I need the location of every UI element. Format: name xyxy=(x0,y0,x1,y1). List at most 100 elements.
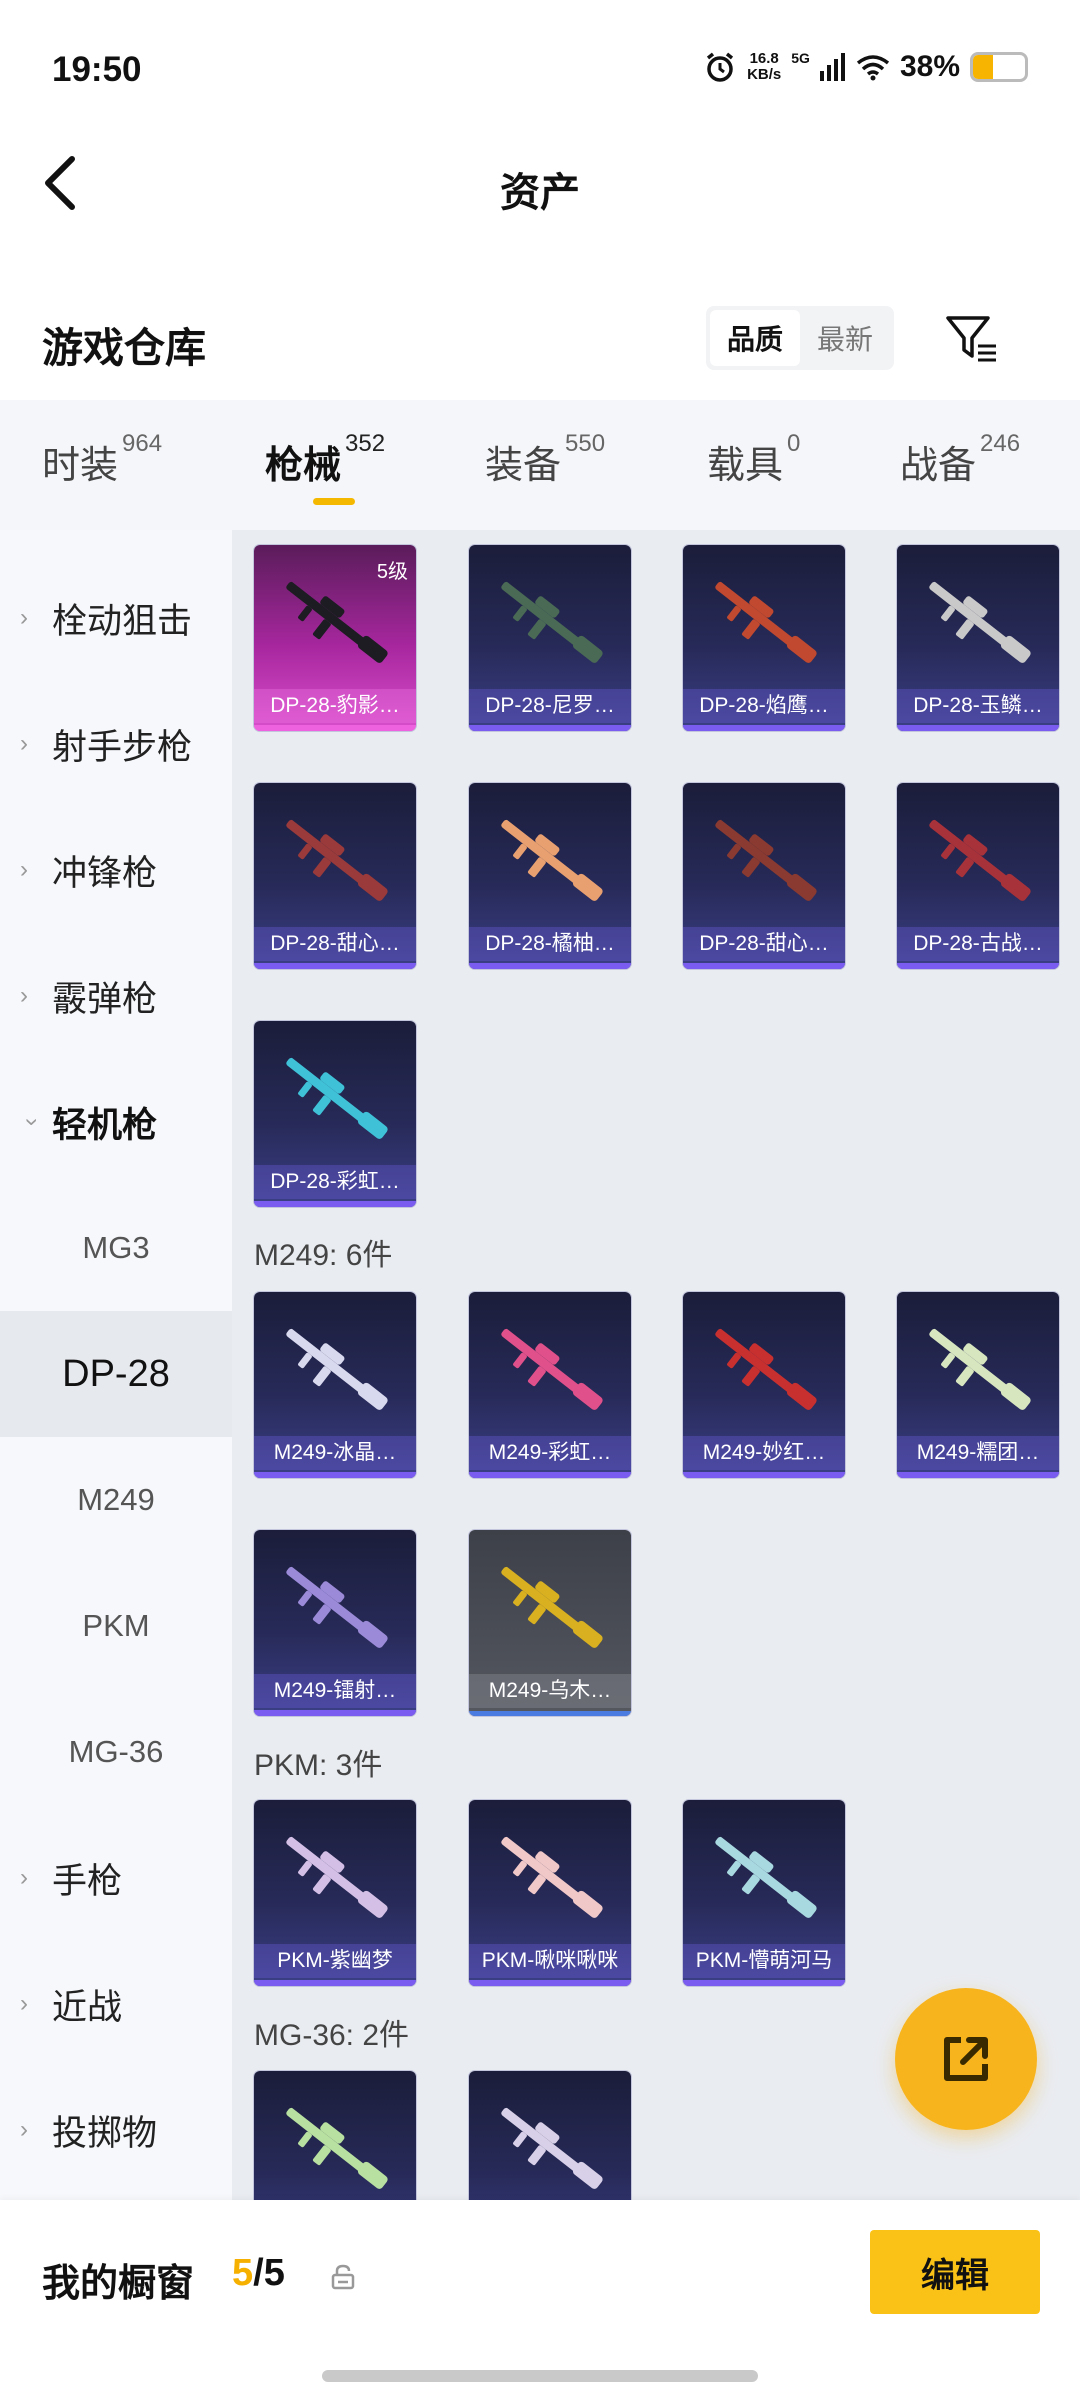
alarm-icon xyxy=(706,52,734,82)
rarity-bar xyxy=(469,963,631,969)
sidebar-item-lmg[interactable]: › 轻机枪 xyxy=(0,1059,232,1185)
weapon-skin-card[interactable]: PKM-懵萌河马 xyxy=(683,1800,845,1986)
sort-option-newest[interactable]: 最新 xyxy=(800,310,890,366)
weapon-skin-name: DP-28-尼罗… xyxy=(469,689,631,723)
weapon-image xyxy=(715,1836,817,1918)
weapon-skin-name: M249-彩虹… xyxy=(469,1436,631,1470)
weapon-image xyxy=(501,1328,603,1410)
bottom-bar: 我的橱窗 5/5 编辑 xyxy=(0,2200,1080,2400)
weapon-skin-grid: 5级 DP-28-豹影… DP-28-尼罗… DP-28-焰鹰… DP-28-玉鳞… xyxy=(232,530,1080,2200)
rarity-bar xyxy=(683,725,845,731)
weapon-skin-card[interactable]: PKM-啾咪啾咪 xyxy=(469,1800,631,1986)
weapon-skin-name: DP-28-焰鹰… xyxy=(683,689,845,723)
sidebar-subitem-dp28[interactable]: DP-28 xyxy=(0,1311,232,1437)
active-tab-indicator xyxy=(313,498,355,505)
filter-button[interactable] xyxy=(944,310,1000,366)
weapon-skin-card[interactable]: PKM-紫幽梦 xyxy=(254,1800,416,1986)
chevron-right-icon: › xyxy=(20,856,28,883)
rarity-bar xyxy=(683,963,845,969)
chevron-right-icon: › xyxy=(20,982,28,1009)
home-indicator[interactable] xyxy=(322,2370,758,2382)
chevron-right-icon: › xyxy=(20,1864,28,1891)
weapon-skin-card[interactable]: DP-28-焰鹰… xyxy=(683,545,845,731)
rarity-bar xyxy=(683,1472,845,1478)
sidebar-item-melee[interactable]: › 近战 xyxy=(0,1941,232,2067)
weapon-image xyxy=(286,1836,388,1918)
share-external-icon xyxy=(944,2037,988,2081)
network-speed: 16.8 KB/s xyxy=(747,50,782,83)
weapon-image xyxy=(501,2107,603,2189)
battery-percent: 38% xyxy=(899,50,960,83)
weapon-skin-card[interactable]: M249-糯团… xyxy=(897,1292,1059,1478)
weapon-image xyxy=(929,819,1031,901)
sidebar-item-bolt-action-sniper[interactable]: › 栓动狙击 xyxy=(0,555,232,681)
chevron-right-icon: › xyxy=(20,2116,28,2143)
weapon-skin-name: PKM-懵萌河马 xyxy=(683,1944,845,1978)
weapon-skin-name: DP-28-橘柚… xyxy=(469,927,631,961)
weapon-category-sidebar: › 栓动狙击 › 射手步枪 › 冲锋枪 › 霰弹枪 › 轻机枪 MG3 DP-28 M24… xyxy=(0,530,232,2200)
weapon-image xyxy=(286,819,388,901)
sidebar-item-shotgun[interactable]: › 霰弹枪 xyxy=(0,933,232,1059)
weapon-skin-name: DP-28-玉鳞… xyxy=(897,689,1059,723)
sort-toggle: 品质 最新 xyxy=(706,306,894,370)
rarity-bar xyxy=(897,963,1059,969)
weapon-skin-name: DP-28-甜心… xyxy=(254,927,416,961)
weapon-image xyxy=(715,819,817,901)
sort-option-quality[interactable]: 品质 xyxy=(710,310,800,366)
weapon-skin-card[interactable]: M249-彩虹… xyxy=(469,1292,631,1478)
share-fab-button[interactable] xyxy=(895,1988,1037,2130)
rarity-bar xyxy=(254,725,416,731)
weapon-skin-name: DP-28-古战… xyxy=(897,927,1059,961)
weapon-skin-card[interactable]: DP-28-古战… xyxy=(897,783,1059,969)
lock-icon xyxy=(331,2264,355,2290)
warehouse-header: 游戏仓库 品质 最新 xyxy=(0,290,1080,390)
weapon-skin-card[interactable]: DP-28-甜心… xyxy=(254,783,416,969)
edit-button[interactable]: 编辑 xyxy=(870,2230,1040,2314)
weapon-skin-card[interactable]: 5级 DP-28-豹影… xyxy=(254,545,416,731)
sidebar-item-marksman-rifle[interactable]: › 射手步枪 xyxy=(0,681,232,807)
weapon-skin-card[interactable]: M249-乌木… xyxy=(469,1530,631,1716)
sidebar-item-pistol[interactable]: › 手枪 xyxy=(0,1815,232,1941)
weapon-image xyxy=(501,1836,603,1918)
level-badge: 5级 xyxy=(376,561,408,583)
sidebar-item-throwable[interactable]: › 投掷物 xyxy=(0,2067,232,2193)
weapon-image xyxy=(286,1057,388,1139)
status-icons: 16.8 KB/s 5G 38% xyxy=(703,50,1028,84)
sidebar-subitem-m249[interactable]: M249 xyxy=(0,1437,232,1563)
rarity-bar xyxy=(683,1980,845,1986)
weapon-skin-name: M249-妙红… xyxy=(683,1436,845,1470)
weapon-skin-card[interactable]: DP-28-尼罗… xyxy=(469,545,631,731)
app-header: 资产 xyxy=(0,140,1080,230)
tab-fashion[interactable]: 时装 964 xyxy=(42,430,162,489)
weapon-skin-card[interactable]: DP-28-玉鳞… xyxy=(897,545,1059,731)
weapon-image xyxy=(715,1328,817,1410)
rarity-bar xyxy=(469,1472,631,1478)
sidebar-item-smg[interactable]: › 冲锋枪 xyxy=(0,807,232,933)
rarity-bar xyxy=(254,963,416,969)
tab-firearms[interactable]: 枪械 352 xyxy=(265,430,385,489)
weapon-skin-card[interactable]: DP-28-橘柚… xyxy=(469,783,631,969)
sidebar-subitem-pkm[interactable]: PKM xyxy=(0,1563,232,1689)
weapon-skin-card[interactable]: M249-冰晶… xyxy=(254,1292,416,1478)
weapon-image xyxy=(929,581,1031,663)
weapon-skin-name: M249-镭射… xyxy=(254,1674,416,1708)
weapon-skin-name: M249-糯团… xyxy=(897,1436,1059,1470)
weapon-skin-name: DP-28-彩虹… xyxy=(254,1165,416,1199)
weapon-skin-card[interactable] xyxy=(469,2071,631,2200)
chevron-down-icon: › xyxy=(19,1118,46,1126)
sidebar-subitem-mg36[interactable]: MG-36 xyxy=(0,1689,232,1815)
tab-vehicles[interactable]: 载具 0 xyxy=(707,430,800,489)
weapon-skin-card[interactable]: M249-镭射… xyxy=(254,1530,416,1716)
weapon-skin-name: M249-冰晶… xyxy=(254,1436,416,1470)
weapon-skin-card[interactable]: DP-28-彩虹… xyxy=(254,1021,416,1207)
weapon-skin-card[interactable]: M249-妙红… xyxy=(683,1292,845,1478)
weapon-image xyxy=(286,1566,388,1648)
weapon-skin-card[interactable]: DP-28-甜心… xyxy=(683,783,845,969)
weapon-skin-card[interactable] xyxy=(254,2071,416,2200)
weapon-skin-name: PKM-紫幽梦 xyxy=(254,1944,416,1978)
tab-equipment[interactable]: 装备 550 xyxy=(485,430,605,489)
weapon-image xyxy=(286,2107,388,2189)
battery-icon xyxy=(970,52,1028,82)
tab-combat-supplies[interactable]: 战备 246 xyxy=(900,430,1020,489)
sidebar-subitem-mg3[interactable]: MG3 xyxy=(0,1185,232,1311)
